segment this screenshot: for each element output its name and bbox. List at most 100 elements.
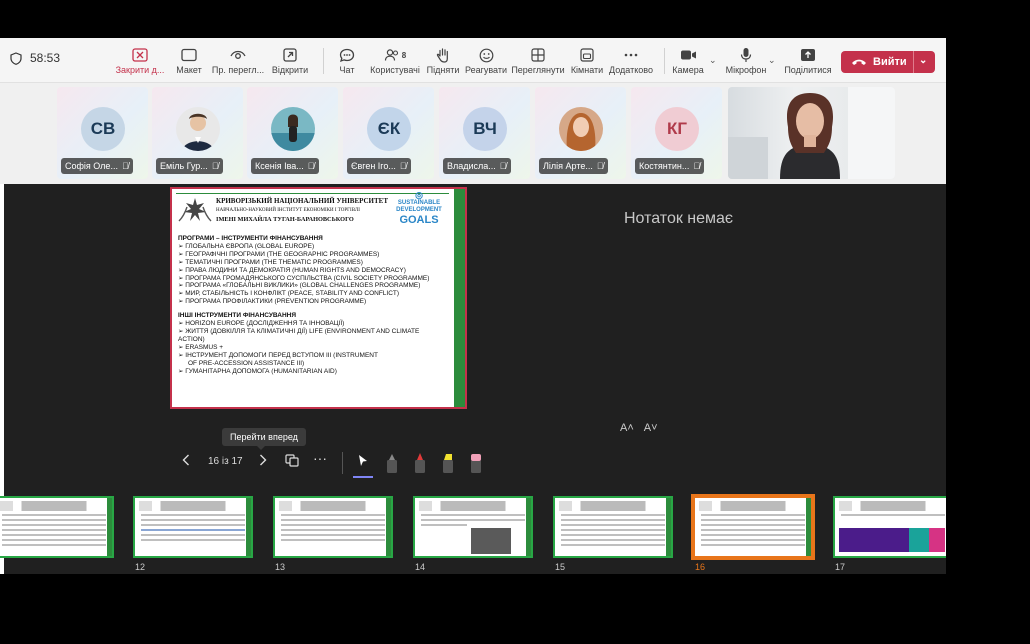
eraser-icon[interactable] xyxy=(469,452,483,474)
participant-name: Софія Оле... xyxy=(65,161,118,171)
slide-thumbnail-number: 17 xyxy=(835,562,846,572)
slide-heading-other: ІНШІ ІНСТРУМЕНТИ ФІНАНСУВАННЯ xyxy=(178,312,297,320)
slide-thumbnail-number: 16 xyxy=(695,562,706,572)
slide-bullet: ПРОГРАМА ПРОФІЛАКТИКИ (PREVENTION PROGRA… xyxy=(178,298,446,306)
participant-name: Костянтин... xyxy=(639,161,690,171)
slide-thumbnail-strip: 12 13 14 15 16 17 xyxy=(0,494,946,574)
participant-tile[interactable]: СВ Софія Оле... 🎙̸ xyxy=(57,87,148,179)
avatar: КГ xyxy=(655,107,699,151)
slide-thumbnail-number: 12 xyxy=(135,562,146,572)
un-emblem-icon: ◎ xyxy=(415,190,423,200)
camera-label: Камера xyxy=(672,65,704,75)
participant-tile[interactable]: ЄК Євген Іго... 🎙̸ xyxy=(343,87,434,179)
font-size-controls: A˄ A˅ xyxy=(620,422,658,434)
slide-thumbnail[interactable]: 15 xyxy=(553,496,673,574)
more-options-icon[interactable]: ··· xyxy=(313,450,327,466)
react-label: Реагувати xyxy=(464,65,508,75)
open-external-icon xyxy=(283,48,297,62)
timer-text: 58:53 xyxy=(30,51,61,65)
slide-bullet: ГУМАНІТАРНА ДОПОМОГА (HUMANITARIAN AID) xyxy=(178,368,446,376)
font-decrease-button[interactable]: A˅ xyxy=(644,422,658,434)
previous-slide-button[interactable] xyxy=(182,454,190,469)
smile-icon xyxy=(479,48,493,62)
font-increase-button[interactable]: A˄ xyxy=(620,422,634,434)
layout-icon xyxy=(181,48,197,62)
university-logo-icon xyxy=(178,198,212,222)
people-count: 8 xyxy=(401,50,407,60)
more-button[interactable]: Додатково xyxy=(601,46,661,75)
mic-muted-icon: 🎙̸ xyxy=(596,161,604,171)
speaker-video[interactable] xyxy=(728,87,895,179)
share-button[interactable]: Поділитися xyxy=(778,46,838,75)
presenter-view: КРИВОРІЗЬКИЙ НАЦІОНАЛЬНИЙ УНІВЕРСИТЕТ НА… xyxy=(0,184,946,574)
leave-button[interactable]: Вийти ⌄ xyxy=(841,51,935,73)
chevron-left-icon xyxy=(182,454,189,466)
mic-muted-icon: 🎙̸ xyxy=(499,161,507,171)
avatar xyxy=(176,107,220,151)
mic-muted-icon: 🎙̸ xyxy=(211,161,219,171)
mic-muted-icon: 🎙̸ xyxy=(399,161,407,171)
participant-tile[interactable]: Ксенія Іва... 🎙̸ xyxy=(247,87,338,179)
sdg-line1: SUSTAINABLE xyxy=(397,200,441,206)
university-line2: НАВЧАЛЬНО-НАУКОВИЙ ІНСТИТУТ ЕКОНОМІКИ І … xyxy=(216,208,360,213)
more-label: Додатково xyxy=(609,65,653,75)
slide-counter: 16 із 17 xyxy=(208,456,243,467)
notes-empty-text: Нотаток немає xyxy=(624,210,734,227)
participant-tile[interactable]: Лілія Арте... 🎙̸ xyxy=(535,87,626,179)
raise-hand-icon xyxy=(436,48,448,63)
leave-chevron-down-icon[interactable]: ⌄ xyxy=(919,55,927,66)
slide-bullet: ГЛОБАЛЬНА ЄВРОПА (GLOBAL EUROPE) xyxy=(178,243,446,251)
shield-icon xyxy=(10,51,22,65)
highlighter-icon[interactable] xyxy=(441,452,455,474)
camera-icon xyxy=(680,50,696,60)
slide-thumbnail[interactable]: 14 xyxy=(413,496,533,574)
participant-name: Лілія Арте... xyxy=(543,161,593,171)
view-button[interactable]: Пр. перегл... xyxy=(208,46,268,75)
open-button[interactable]: Відкрити xyxy=(260,46,320,75)
avatar: ВЧ xyxy=(463,107,507,151)
avatar xyxy=(271,107,315,151)
sdg-line3: GOALS xyxy=(399,214,439,226)
slide-grid-button[interactable] xyxy=(285,454,299,470)
university-line1: КРИВОРІЗЬКИЙ НАЦІОНАЛЬНИЙ УНІВЕРСИТЕТ xyxy=(216,197,389,205)
slide-bullet-continuation: OF PRE-ACCESSION ASSISTANCE III) xyxy=(188,359,305,367)
open-label: Відкрити xyxy=(271,65,309,75)
people-icon xyxy=(384,49,398,61)
slide-body: ПРОГРАМИ – ІНСТРУМЕНТИ ФІНАНСУВАННЯ ГЛОБ… xyxy=(178,235,446,375)
participant-name: Еміль Гур... xyxy=(160,161,208,171)
slide-bullet: ЖИТТЯ (ДОВКІЛЛЯ ТА КЛІМАТИЧНІ ДІЇ) LIFE … xyxy=(178,328,446,344)
chevron-right-icon xyxy=(260,454,267,466)
slide-thumbnail[interactable]: 13 xyxy=(273,496,393,574)
next-slide-tooltip: Перейти вперед xyxy=(222,428,306,450)
share-label: Поділитися xyxy=(784,65,832,75)
grid-view-icon xyxy=(531,48,545,62)
meeting-toolbar: 58:53 Закрити д... Макет Пр. перегл... В… xyxy=(0,38,946,83)
chat-icon xyxy=(339,48,355,62)
react-button[interactable]: Реагувати xyxy=(456,46,516,75)
participant-name: Ксенія Іва... xyxy=(255,161,304,171)
speaker-video-image xyxy=(728,87,895,179)
more-icon xyxy=(624,53,638,57)
slide-thumbnail[interactable] xyxy=(0,496,114,574)
pointer-icon xyxy=(359,455,367,466)
university-line3: ІМЕНІ МИХАЙЛА ТУГАН-БАРАНОВСЬКОГО xyxy=(216,216,354,223)
participant-gallery: СВ Софія Оле... 🎙̸ Еміль Гур... 🎙̸ Ксенія … xyxy=(0,83,946,184)
slide-bullet: ТЕМАТИЧНІ ПРОГРАМИ (THE THEMATIC PROGRAM… xyxy=(178,259,446,267)
microphone-chevron-down-icon[interactable]: ⌄ xyxy=(768,55,776,66)
participant-tile[interactable]: Еміль Гур... 🎙̸ xyxy=(152,87,243,179)
phone-hangup-icon xyxy=(852,59,866,65)
meeting-timer: 58:53 xyxy=(10,51,60,65)
slide-thumbnail[interactable]: 12 xyxy=(133,496,253,574)
slide-bullet: ПРОГРАМА ГРОМАДЯНСЬКОГО СУСПІЛЬСТВА (CIV… xyxy=(178,275,446,283)
slide-thumbnail-active[interactable]: 16 xyxy=(691,494,815,574)
microphone-button[interactable]: Мікрофон xyxy=(716,46,776,75)
participant-tile[interactable]: ВЧ Владисла... 🎙̸ xyxy=(439,87,530,179)
slide-thumbnail[interactable]: 17 xyxy=(833,496,946,574)
pen-gray-icon[interactable] xyxy=(385,452,399,474)
next-slide-button[interactable] xyxy=(259,454,267,469)
leave-label: Вийти xyxy=(873,56,907,68)
slide-bullet: HORIZON EUROPE (ДОСЛІДЖЕННЯ ТА ІННОВАЦІЇ… xyxy=(178,320,446,328)
laser-pointer-button[interactable] xyxy=(358,454,368,470)
participant-tile[interactable]: КГ Костянтин... 🎙̸ xyxy=(631,87,722,179)
pen-red-icon[interactable] xyxy=(413,452,427,474)
